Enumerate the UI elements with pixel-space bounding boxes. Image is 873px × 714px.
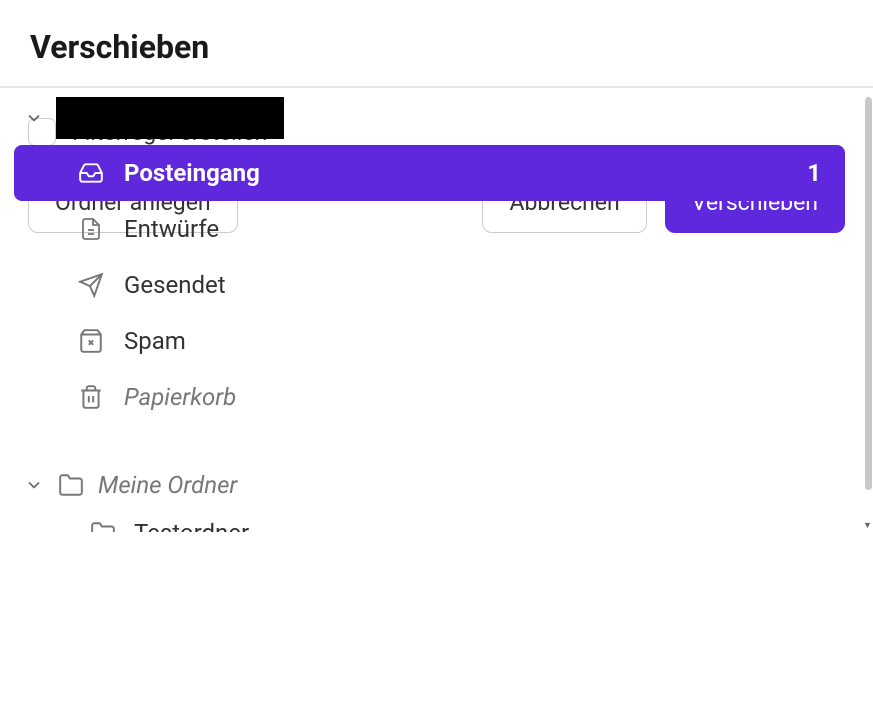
drafts-icon — [78, 216, 104, 242]
dialog-header: Verschieben — [0, 0, 873, 87]
folder-label: Papierkorb — [124, 383, 821, 411]
folder-icon — [58, 472, 84, 498]
folder-item-spam[interactable]: Spam — [14, 313, 845, 369]
chevron-down-icon — [24, 475, 44, 495]
folder-item-inbox[interactable]: Posteingang 1 — [14, 145, 845, 201]
folder-label: Spam — [124, 327, 821, 355]
account-name-redacted — [56, 97, 284, 139]
move-dialog: Verschieben Posteingang 1 Entwü — [0, 0, 873, 714]
folder-label: Testordner — [134, 519, 249, 532]
spam-icon — [78, 328, 104, 354]
folder-count: 1 — [807, 159, 821, 187]
folder-item-trash[interactable]: Papierkorb — [14, 369, 845, 425]
folder-label: Posteingang — [124, 159, 787, 187]
folder-label: Entwürfe — [124, 215, 821, 243]
inbox-icon — [78, 160, 104, 186]
folder-item-drafts[interactable]: Entwürfe — [14, 201, 845, 257]
trash-icon — [78, 384, 104, 410]
account-row[interactable] — [0, 97, 859, 145]
sent-icon — [78, 272, 104, 298]
folder-list-container: Posteingang 1 Entwürfe Gesendet Spam — [0, 97, 859, 532]
chevron-down-icon — [24, 108, 44, 128]
scrollbar[interactable] — [865, 97, 872, 490]
scroll-down-arrow-icon[interactable]: ▼ — [863, 520, 871, 528]
dialog-title: Verschieben — [30, 28, 843, 66]
custom-folders-section[interactable]: Meine Ordner — [0, 453, 859, 509]
folder-item-testordner[interactable]: Testordner — [0, 509, 859, 532]
folder-label: Gesendet — [124, 271, 821, 299]
folder-item-sent[interactable]: Gesendet — [14, 257, 845, 313]
folder-icon — [90, 520, 116, 532]
section-label: Meine Ordner — [98, 471, 237, 499]
